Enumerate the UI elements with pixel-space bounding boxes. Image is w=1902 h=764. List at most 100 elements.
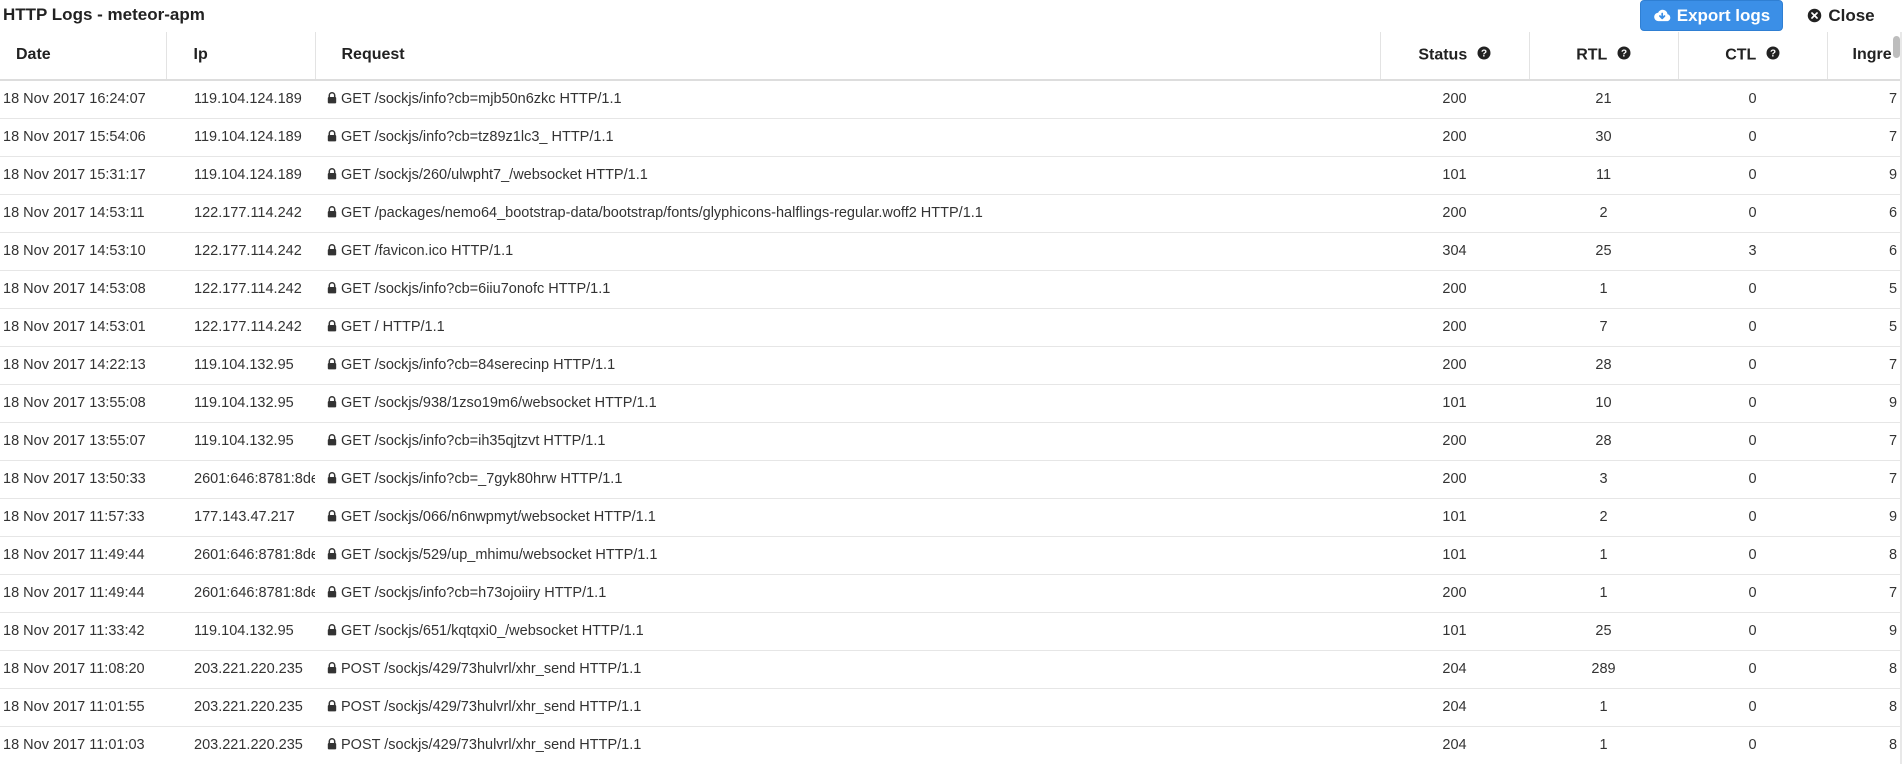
cell-value-status: 200 <box>1442 205 1467 221</box>
cell-request: GET /sockjs/651/kqtqxi0_/websocket HTTP/… <box>315 612 1380 651</box>
table-row[interactable]: 18 Nov 2017 13:55:07 119.104.132.95 GET … <box>0 422 1902 461</box>
cell-ctl: 0 <box>1678 194 1827 233</box>
cell-ctl: 0 <box>1678 726 1827 764</box>
cell-ingress: 9 <box>1827 384 1902 423</box>
table-row[interactable]: 18 Nov 2017 15:31:17 119.104.124.189 GET… <box>0 156 1902 195</box>
question-circle-icon[interactable]: ? <box>1477 46 1491 65</box>
cell-value-ctl: 0 <box>1748 699 1757 715</box>
table-row[interactable]: 18 Nov 2017 14:53:01 122.177.114.242 GET… <box>0 308 1902 347</box>
table-row[interactable]: 18 Nov 2017 11:49:44 2601:646:8781:8de1 … <box>0 536 1902 575</box>
cell-status: 200 <box>1380 270 1529 309</box>
lock-icon <box>327 699 337 716</box>
cell-rtl: 1 <box>1529 726 1678 764</box>
cell-value-ctl: 0 <box>1748 205 1757 221</box>
cell-date: 18 Nov 2017 14:53:01 <box>0 308 166 347</box>
table-row[interactable]: 18 Nov 2017 13:50:33 2601:646:8781:8de1 … <box>0 460 1902 499</box>
cell-ingress: 9 <box>1827 498 1902 537</box>
cell-ip: 2601:646:8781:8de1 <box>166 536 315 575</box>
logs-table-container[interactable]: Date Ip Request Status ? RTL ? CTL ? Ing… <box>0 32 1902 764</box>
table-row[interactable]: 18 Nov 2017 11:33:42 119.104.132.95 GET … <box>0 612 1902 651</box>
cell-rtl: 28 <box>1529 346 1678 385</box>
table-row[interactable]: 18 Nov 2017 15:54:06 119.104.124.189 GET… <box>0 118 1902 157</box>
cell-status: 101 <box>1380 536 1529 575</box>
cell-rtl: 21 <box>1529 80 1678 119</box>
cell-value-ctl: 0 <box>1748 737 1757 753</box>
cell-value-ctl: 0 <box>1748 281 1757 297</box>
cell-value-ctl: 0 <box>1748 509 1757 525</box>
cell-ingress: 5 <box>1827 270 1902 309</box>
question-circle-icon[interactable]: ? <box>1766 46 1780 65</box>
column-header-request[interactable]: Request <box>315 32 1381 81</box>
question-circle-icon[interactable]: ? <box>1617 46 1631 65</box>
table-row[interactable]: 18 Nov 2017 14:53:10 122.177.114.242 GET… <box>0 232 1902 271</box>
vertical-scrollbar[interactable] <box>1892 32 1900 764</box>
cell-value-ip: 122.177.114.242 <box>194 205 302 221</box>
table-row[interactable]: 18 Nov 2017 14:53:08 122.177.114.242 GET… <box>0 270 1902 309</box>
cell-request: GET /sockjs/938/1zso19m6/websocket HTTP/… <box>315 384 1380 423</box>
table-row[interactable]: 18 Nov 2017 11:01:55 203.221.220.235 POS… <box>0 688 1902 727</box>
cell-ingress: 7 <box>1827 118 1902 157</box>
cell-value-ip: 119.104.132.95 <box>194 357 294 373</box>
column-header-status[interactable]: Status ? <box>1380 32 1530 81</box>
table-row[interactable]: 18 Nov 2017 13:55:08 119.104.132.95 GET … <box>0 384 1902 423</box>
cell-ctl: 0 <box>1678 156 1827 195</box>
table-row[interactable]: 18 Nov 2017 11:01:03 203.221.220.235 POS… <box>0 726 1902 764</box>
cell-value-request: POST /sockjs/429/73hulvrl/xhr_send HTTP/… <box>341 660 642 677</box>
cell-date: 18 Nov 2017 11:01:03 <box>0 726 166 764</box>
cell-status: 304 <box>1380 232 1529 271</box>
cell-ip: 119.104.132.95 <box>166 346 315 385</box>
cell-rtl: 289 <box>1529 650 1678 689</box>
cell-value-request: GET /sockjs/info?cb=tz89z1lc3_ HTTP/1.1 <box>341 128 614 145</box>
cell-request: GET /sockjs/info?cb=ih35qjtzvt HTTP/1.1 <box>315 422 1380 461</box>
cell-value-request: GET /packages/nemo64_bootstrap-data/boot… <box>341 204 983 221</box>
column-header-date[interactable]: Date <box>0 32 167 81</box>
export-logs-button[interactable]: Export logs <box>1640 0 1783 31</box>
column-header-ctl[interactable]: CTL ? <box>1678 32 1828 81</box>
cell-ingress: 6 <box>1827 194 1902 233</box>
cell-ingress: 6 <box>1827 232 1902 271</box>
cell-ip: 203.221.220.235 <box>166 688 315 727</box>
cell-value-status: 101 <box>1442 547 1467 563</box>
cell-value-date: 18 Nov 2017 14:53:11 <box>3 205 145 221</box>
cell-value-request: GET /sockjs/651/kqtqxi0_/websocket HTTP/… <box>341 622 644 639</box>
table-row[interactable]: 18 Nov 2017 11:49:44 2601:646:8781:8de1 … <box>0 574 1902 613</box>
cell-ip: 122.177.114.242 <box>166 194 315 233</box>
cell-ip: 119.104.132.95 <box>166 422 315 461</box>
cell-ingress: 7 <box>1827 346 1902 385</box>
table-row[interactable]: 18 Nov 2017 16:24:07 119.104.124.189 GET… <box>0 80 1902 119</box>
cell-ingress: 8 <box>1827 536 1902 575</box>
svg-text:?: ? <box>1481 49 1487 60</box>
cell-value-status: 200 <box>1442 471 1467 487</box>
cell-request: GET /sockjs/info?cb=6iiu7onofc HTTP/1.1 <box>315 270 1380 309</box>
cell-value-date: 18 Nov 2017 11:01:55 <box>3 699 145 715</box>
cell-value-ip: 2601:646:8781:8de1 <box>194 585 315 601</box>
cell-value-ctl: 0 <box>1748 395 1757 411</box>
cell-value-status: 200 <box>1442 129 1467 145</box>
cell-value-rtl: 25 <box>1595 243 1612 259</box>
lock-icon <box>327 167 337 184</box>
svg-text:?: ? <box>1621 49 1627 60</box>
cell-ingress: 7 <box>1827 422 1902 461</box>
scrollbar-thumb[interactable] <box>1893 36 1900 58</box>
cell-value-rtl: 2 <box>1599 205 1608 221</box>
lock-icon <box>327 547 337 564</box>
lock-icon <box>327 471 337 488</box>
cell-status: 200 <box>1380 346 1529 385</box>
cell-ctl: 0 <box>1678 498 1827 537</box>
table-row[interactable]: 18 Nov 2017 11:08:20 203.221.220.235 POS… <box>0 650 1902 689</box>
cell-value-rtl: 11 <box>1595 167 1612 183</box>
cell-value-ip: 119.104.124.189 <box>194 129 302 145</box>
close-button[interactable]: Close <box>1796 0 1886 31</box>
cell-rtl: 25 <box>1529 612 1678 651</box>
table-row[interactable]: 18 Nov 2017 14:22:13 119.104.132.95 GET … <box>0 346 1902 385</box>
column-header-ip[interactable]: Ip <box>166 32 316 81</box>
table-row[interactable]: 18 Nov 2017 14:53:11 122.177.114.242 GET… <box>0 194 1902 233</box>
column-header-rtl[interactable]: RTL ? <box>1529 32 1679 81</box>
cell-value-rtl: 25 <box>1595 623 1612 639</box>
cell-value-rtl: 1 <box>1599 281 1608 297</box>
cell-value-rtl: 28 <box>1595 357 1612 373</box>
column-header-ingress[interactable]: Ingre <box>1827 32 1902 81</box>
lock-icon <box>327 585 337 602</box>
cell-value-rtl: 3 <box>1599 471 1608 487</box>
table-row[interactable]: 18 Nov 2017 11:57:33 177.143.47.217 GET … <box>0 498 1902 537</box>
